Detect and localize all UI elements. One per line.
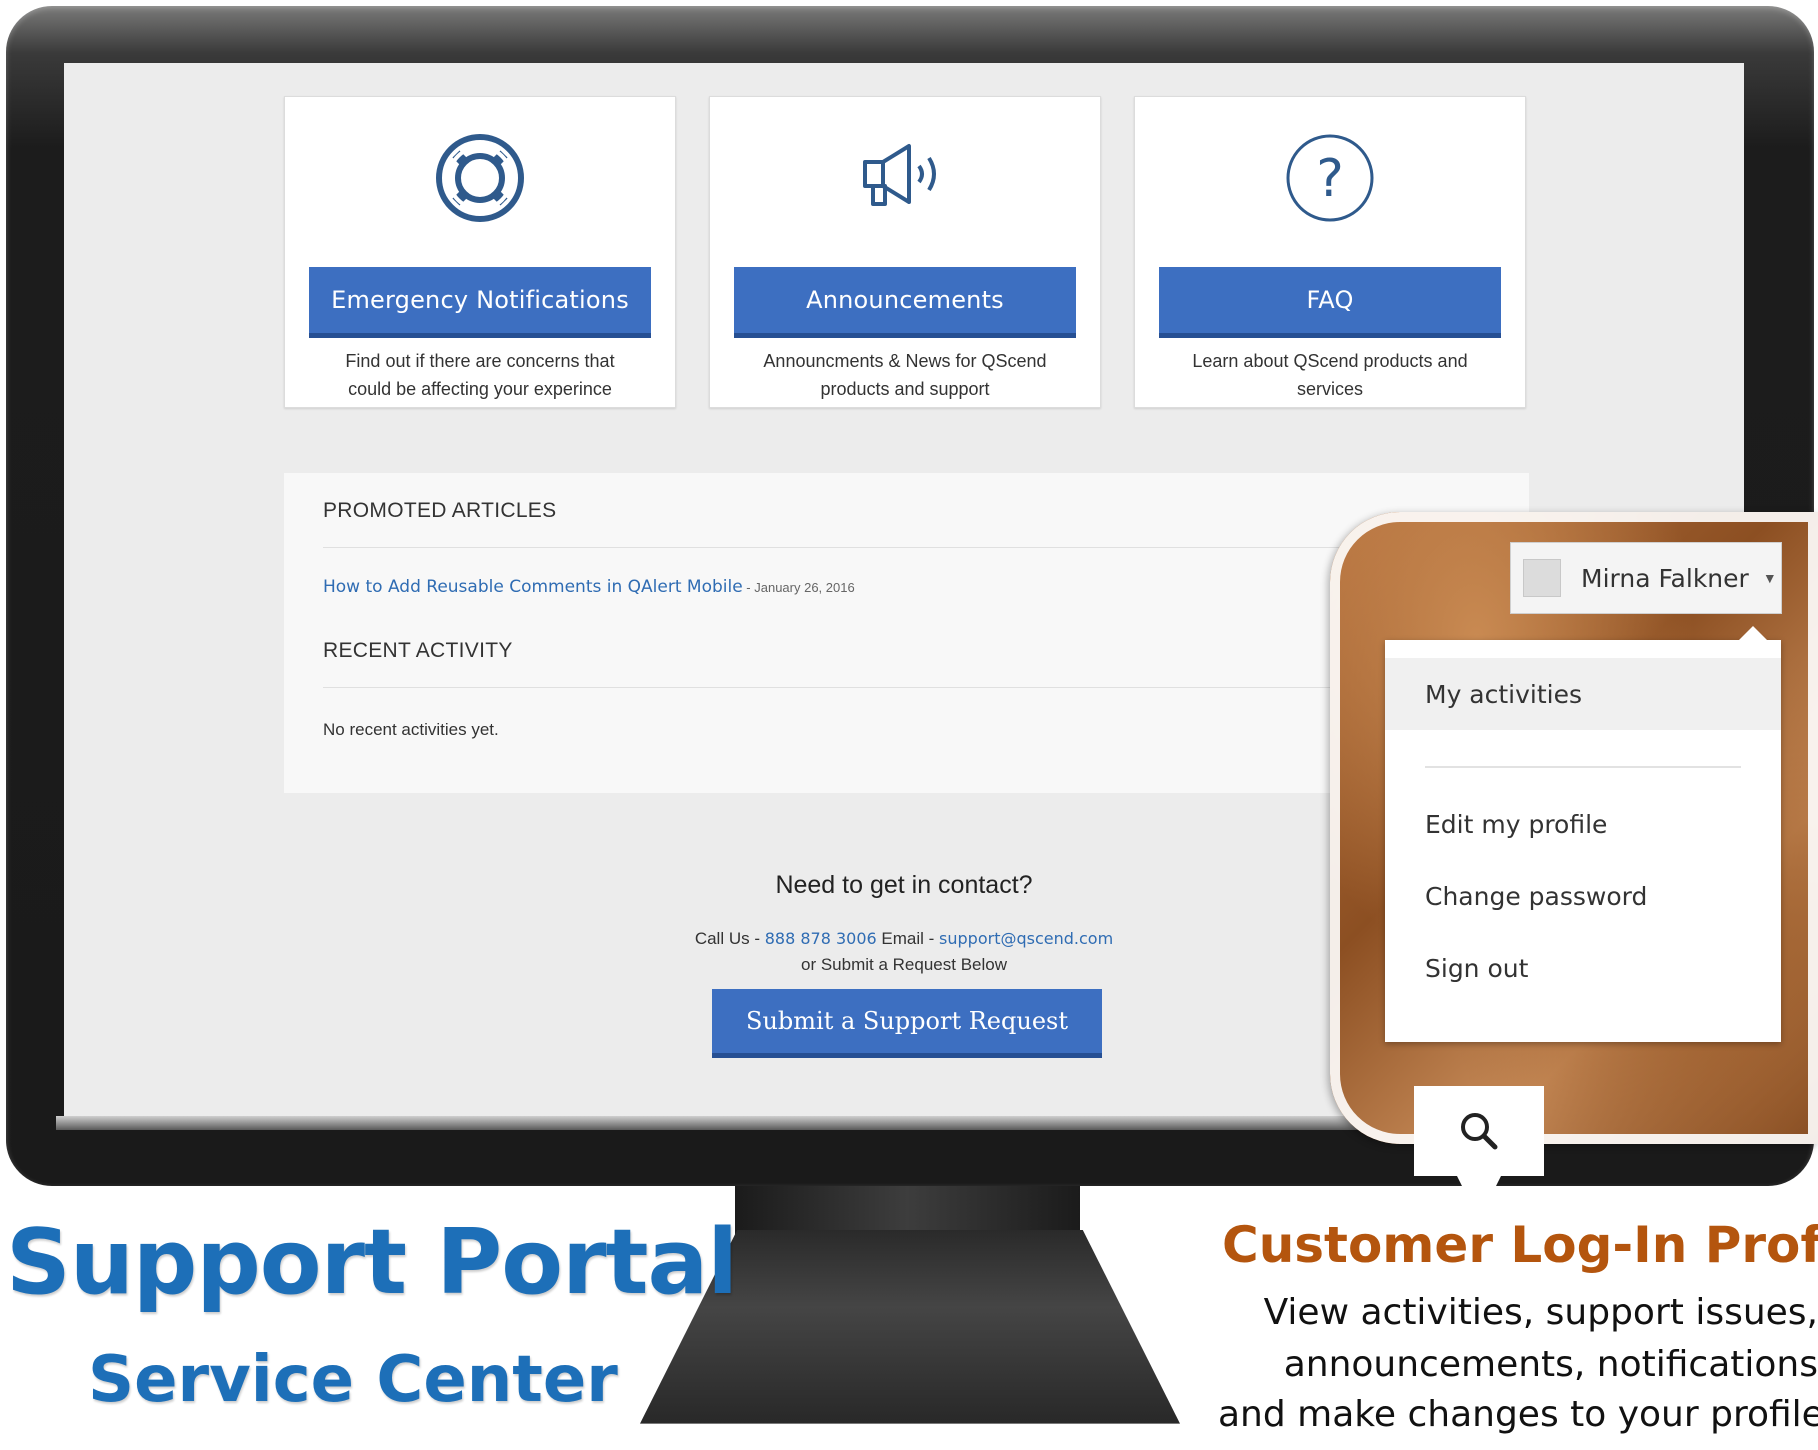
profile-callout: Mirna Falkner ▼ My activities Edit my pr… — [1330, 512, 1818, 1144]
menu-item-sign-out[interactable]: Sign out — [1385, 932, 1781, 1004]
card-description: Find out if there are concerns that coul… — [345, 351, 615, 399]
emergency-notifications-button[interactable]: Emergency Notifications — [309, 267, 651, 338]
promoted-articles-heading: PROMOTED ARTICLES — [323, 499, 557, 522]
profile-caption-title: Customer Log-In Profile — [1222, 1216, 1818, 1274]
brand-title: Support Portal — [6, 1210, 738, 1315]
card-faq: ? FAQ Learn about QScend products and se… — [1134, 96, 1526, 408]
profile-caption-line: View activities, support issues, — [1263, 1292, 1818, 1333]
article-date: - January 26, 2016 — [742, 580, 855, 595]
brand-subtitle: Service Center — [88, 1343, 618, 1417]
divider — [323, 547, 1509, 548]
promoted-article-link[interactable]: How to Add Reusable Comments in QAlert M… — [323, 577, 855, 597]
question-icon: ? — [1135, 133, 1525, 223]
card-description: Learn about QScend products and services — [1192, 351, 1468, 399]
megaphone-icon — [710, 133, 1100, 223]
menu-item-change-password[interactable]: Change password — [1385, 860, 1781, 932]
user-name: Mirna Falkner — [1581, 563, 1749, 593]
profile-caption-line: and make changes to your profile — [1218, 1394, 1818, 1435]
user-dropdown-menu: My activities Edit my profile Change pas… — [1385, 626, 1781, 1042]
announcements-button[interactable]: Announcements — [734, 267, 1076, 338]
profile-caption-line: announcements, notifications — [1283, 1344, 1818, 1385]
recent-activity-heading: RECENT ACTIVITY — [323, 639, 513, 662]
card-announcements: Announcements Announcments & News for QS… — [709, 96, 1101, 408]
menu-item-my-activities[interactable]: My activities — [1385, 658, 1781, 730]
lifebuoy-icon — [285, 133, 675, 223]
search-icon — [1461, 1113, 1498, 1150]
phone-link[interactable]: 888 878 3006 — [765, 929, 877, 948]
no-activity-text: No recent activities yet. — [323, 720, 499, 739]
card-description: Announcments & News for QScend products … — [763, 351, 1047, 399]
submit-support-request-button[interactable]: Submit a Support Request — [712, 989, 1102, 1058]
search-button[interactable] — [1414, 1086, 1544, 1176]
menu-item-edit-profile[interactable]: Edit my profile — [1385, 788, 1781, 860]
card-emergency-notifications: Emergency Notifications Find out if ther… — [284, 96, 676, 408]
user-menu-button[interactable]: Mirna Falkner ▼ — [1510, 542, 1782, 614]
faq-button[interactable]: FAQ — [1159, 267, 1501, 338]
menu-divider — [1425, 766, 1741, 768]
chevron-down-icon: ▼ — [1762, 570, 1777, 586]
avatar — [1523, 559, 1561, 597]
email-link[interactable]: support@qscend.com — [939, 929, 1113, 948]
svg-text:?: ? — [1316, 149, 1344, 209]
